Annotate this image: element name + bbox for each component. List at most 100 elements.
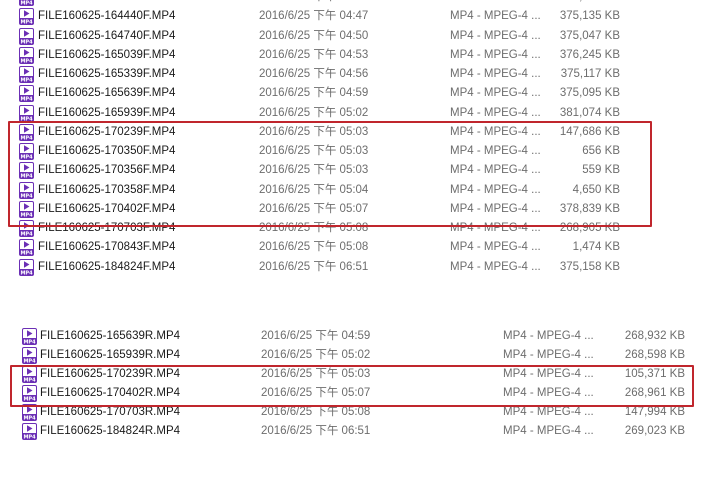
file-row[interactable]: MP4 FILE160625-170843F.MP4 2016/6/25 下午 05…	[0, 238, 656, 257]
file-date: 2016/6/25 下午 06:51	[261, 425, 371, 437]
file-row[interactable]: MP4 FILE160625-170350F.MP4 2016/6/25 下午 05…	[0, 142, 656, 161]
mp4-file-icon: MP4	[19, 181, 34, 199]
file-size: 375,147 KB	[520, 0, 620, 7]
file-row[interactable]: MP4 FILE160625-165639F.MP4 2016/6/25 下午 04…	[0, 84, 656, 103]
svg-text:MP4: MP4	[23, 359, 36, 364]
file-name: FILE160625-165639F.MP4	[38, 87, 176, 100]
svg-text:MP4: MP4	[20, 58, 33, 63]
file-row[interactable]: MP4 FILE160625-170402F.MP4 2016/6/25 下午 05…	[0, 200, 656, 219]
mp4-file-icon: MP4	[19, 123, 34, 141]
mp4-file-icon: MP4	[19, 143, 34, 160]
file-name: FILE160625-165039F.MP4	[38, 48, 176, 61]
file-size: 559 KB	[582, 164, 620, 177]
file-date: 2016/6/25 下午 05:02	[259, 106, 369, 119]
file-size: 268,598 KB	[624, 349, 685, 361]
file-name: FILE160625-170402R.MP4	[40, 387, 181, 399]
file-name: FILE160625-164740F.MP4	[38, 29, 176, 42]
file-date: 2016/6/25 下午 05:08	[259, 241, 369, 254]
file-size: 376,245 KB	[559, 48, 620, 61]
file-date: 2016/6/25 下午 04:59	[259, 87, 369, 100]
file-name: FILE160625-184824F.MP4	[38, 260, 176, 273]
mp4-file-icon: MP4	[19, 85, 34, 103]
file-name: FILE160625-165939R.MP4	[40, 349, 181, 361]
svg-text:MP4: MP4	[23, 378, 36, 383]
mp4-file-icon: MP4	[19, 162, 34, 180]
file-row[interactable]: MP4 FILE160625-184824F.MP4 2016/6/25 下午 06…	[0, 258, 656, 277]
file-size: 147,994 KB	[624, 406, 685, 418]
file-date: 2016/6/25 下午 05:03	[259, 164, 369, 177]
file-row[interactable]: MP4 FILE160625-165339F.MP4 2016/6/25 下午 04…	[0, 65, 656, 84]
file-row[interactable]: MP4 FILE160625-170703F.MP4 2016/6/25 下午 05…	[0, 219, 656, 238]
file-date: 2016/6/25 下午 05:07	[259, 202, 369, 215]
file-row[interactable]: MP4 FILE160625-170239F.MP4 2016/6/25 下午 05…	[0, 123, 656, 142]
file-size: 381,074 KB	[559, 106, 620, 119]
file-list-front-camera: MP4 FILE160625-164140F.MP4 2016/6/25 下午 04…	[0, 0, 656, 285]
file-date: 2016/6/25 下午 05:07	[261, 387, 371, 399]
file-row[interactable]: MP4 FILE160625-170358F.MP4 2016/6/25 下午 05…	[0, 181, 656, 200]
file-date: 2016/6/25 下午 04:50	[259, 29, 369, 42]
file-row[interactable]: MP4 FILE160625-164440F.MP4 2016/6/25 下午 04…	[0, 7, 656, 26]
file-name: FILE160625-170703R.MP4	[40, 406, 181, 418]
file-date: 2016/6/25 下午 05:08	[259, 222, 369, 234]
file-size: 656 KB	[582, 145, 620, 157]
svg-text:MP4: MP4	[20, 20, 33, 25]
svg-text:MP4: MP4	[20, 78, 33, 83]
svg-text:MP4: MP4	[20, 212, 33, 217]
file-name: FILE160625-165339F.MP4	[38, 68, 176, 80]
mp4-file-icon: MP4	[19, 239, 34, 257]
file-row[interactable]: MP4 FILE160625-165939R.MP4 2016/6/25 下午 05…	[0, 346, 712, 365]
file-row[interactable]: MP4 FILE160625-165039F.MP4 2016/6/25 下午 04…	[0, 46, 656, 65]
file-size: 375,117 KB	[560, 68, 620, 80]
file-date: 2016/6/25 下午 05:03	[259, 145, 369, 157]
svg-text:MP4: MP4	[23, 397, 36, 402]
file-date: 2016/6/25 下午 06:51	[259, 260, 369, 273]
file-name: FILE160625-170350F.MP4	[38, 145, 176, 157]
mp4-file-icon: MP4	[22, 366, 37, 383]
file-name: FILE160625-165939F.MP4	[38, 106, 176, 119]
file-date: 2016/6/25 下午 04:44	[259, 0, 419, 7]
file-date: 2016/6/25 下午 05:03	[261, 368, 371, 380]
mp4-file-icon: MP4	[19, 8, 34, 26]
file-row[interactable]: MP4 FILE160625-164740F.MP4 2016/6/25 下午 04…	[0, 27, 656, 46]
mp4-file-icon: MP4	[19, 258, 34, 276]
file-date: 2016/6/25 下午 05:02	[261, 349, 371, 361]
file-date: 2016/6/25 下午 05:04	[259, 183, 369, 196]
file-name: FILE160625-170843F.MP4	[38, 241, 176, 254]
file-row[interactable]: MP4 FILE160625-170239R.MP4 2016/6/25 下午 05…	[0, 365, 712, 384]
mp4-file-icon: MP4	[22, 423, 37, 440]
svg-text:MP4: MP4	[23, 340, 36, 345]
svg-text:MP4: MP4	[23, 416, 36, 421]
file-size: 268,961 KB	[624, 387, 685, 399]
file-name: FILE160625-164440F.MP4	[38, 10, 176, 23]
file-row[interactable]: MP4 FILE160625-170356F.MP4 2016/6/25 下午 05…	[0, 161, 656, 180]
file-size: 4,650 KB	[572, 183, 620, 196]
file-size: 375,158 KB	[559, 260, 620, 273]
file-date: 2016/6/25 下午 05:08	[261, 406, 371, 418]
file-row[interactable]: MP4 FILE160625-164140F.MP4 2016/6/25 下午 04…	[0, 0, 656, 7]
svg-text:MP4: MP4	[20, 135, 33, 140]
file-name: FILE160625-170356F.MP4	[38, 164, 176, 177]
file-size: 375,047 KB	[559, 29, 620, 42]
svg-text:MP4: MP4	[23, 435, 36, 440]
file-size: 375,135 KB	[559, 10, 620, 23]
file-size: 269,023 KB	[624, 425, 685, 437]
file-size: 268,932 KB	[624, 330, 685, 342]
file-list-rear-camera: MP4 FILE160625-165639R.MP4 2016/6/25 下午 04…	[0, 325, 712, 449]
svg-text:MP4: MP4	[20, 193, 33, 198]
svg-text:MP4: MP4	[20, 116, 33, 121]
svg-text:MP4: MP4	[20, 97, 33, 102]
svg-text:MP4: MP4	[20, 1, 33, 6]
mp4-file-icon: MP4	[19, 0, 34, 6]
file-row[interactable]: MP4 FILE160625-170402R.MP4 2016/6/25 下午 05…	[0, 384, 712, 403]
file-row[interactable]: MP4 FILE160625-170703R.MP4 2016/6/25 下午 05…	[0, 403, 712, 422]
file-row[interactable]: MP4 FILE160625-165639R.MP4 2016/6/25 下午 04…	[0, 327, 712, 346]
mp4-file-icon: MP4	[22, 385, 37, 402]
file-row[interactable]: MP4 FILE160625-184824R.MP4 2016/6/25 下午 06…	[0, 422, 712, 441]
file-name: FILE160625-170239R.MP4	[40, 368, 181, 380]
file-row[interactable]: MP4 FILE160625-165939F.MP4 2016/6/25 下午 05…	[0, 104, 656, 123]
file-date: 2016/6/25 下午 05:03	[259, 125, 369, 138]
file-name: FILE160625-164140F.MP4	[38, 0, 238, 7]
file-size: 268,905 KB	[559, 222, 620, 234]
mp4-file-icon: MP4	[19, 46, 34, 64]
file-size: 375,095 KB	[559, 87, 620, 100]
